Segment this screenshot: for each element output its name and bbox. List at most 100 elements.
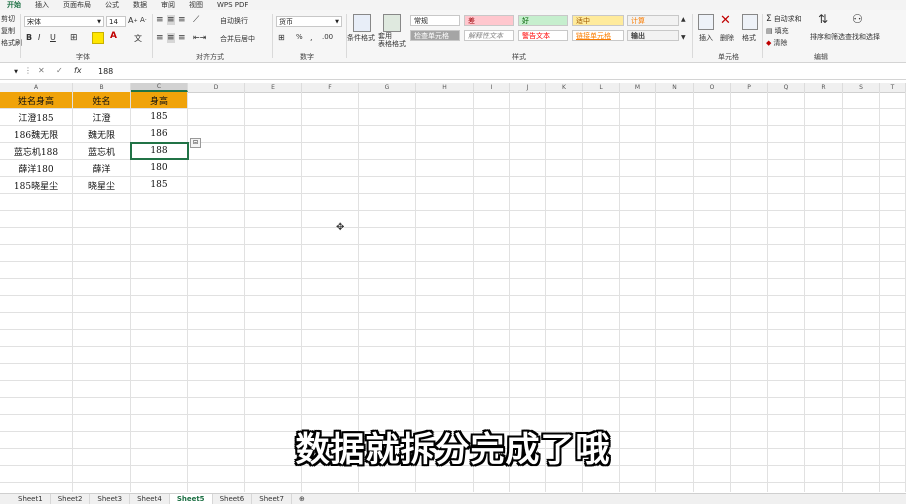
style-bad[interactable]: 差 bbox=[464, 15, 514, 26]
copy-button[interactable]: 复制 bbox=[1, 26, 15, 36]
table-cell[interactable]: 185晓星尘 bbox=[0, 177, 72, 193]
style-check-cell[interactable]: 检查单元格 bbox=[410, 30, 460, 41]
percent-button[interactable]: % bbox=[296, 33, 303, 41]
table-header-cell[interactable]: 身高 bbox=[131, 92, 187, 108]
style-warning[interactable]: 警告文本 bbox=[518, 30, 568, 41]
border-icon[interactable]: ⊞ bbox=[70, 33, 78, 43]
insert-function-icon[interactable]: fx bbox=[74, 66, 82, 75]
style-output[interactable]: 输出 bbox=[627, 30, 679, 41]
column-header-l[interactable]: L bbox=[583, 83, 620, 92]
formula-input[interactable]: 188 bbox=[98, 67, 113, 76]
column-header-k[interactable]: K bbox=[546, 83, 583, 92]
table-cell[interactable]: 185 bbox=[131, 109, 187, 125]
align-center-icon[interactable]: ≡ bbox=[167, 33, 175, 43]
insert-cells-button[interactable]: 插入 bbox=[699, 33, 713, 43]
tab-view[interactable]: 视图 bbox=[182, 0, 210, 10]
table-cell[interactable]: 薛洋180 bbox=[0, 160, 72, 176]
decimal-icon[interactable]: .00 bbox=[322, 33, 333, 41]
fill-color-icon[interactable] bbox=[92, 32, 104, 44]
align-top-icon[interactable]: ≡ bbox=[156, 15, 164, 25]
column-header-b[interactable]: B bbox=[73, 83, 131, 92]
number-format-select[interactable]: 货币 ▼ bbox=[276, 16, 342, 27]
column-header-d[interactable]: D bbox=[188, 83, 245, 92]
gallery-expand-icon[interactable]: ▼ bbox=[681, 34, 686, 41]
delete-cells-icon[interactable]: ✕ bbox=[720, 13, 731, 28]
column-header-p[interactable]: P bbox=[731, 83, 768, 92]
style-explanatory[interactable]: 解释性文本 bbox=[464, 30, 514, 41]
align-right-icon[interactable]: ≡ bbox=[178, 33, 186, 43]
clear-button[interactable]: ◆ 清除 bbox=[766, 38, 787, 48]
decrease-font-icon[interactable]: A- bbox=[140, 16, 147, 24]
quick-fill-options-icon[interactable]: ⊟ bbox=[190, 138, 201, 148]
sort-filter-icon[interactable]: ⇅ bbox=[818, 12, 828, 26]
conditional-format-icon[interactable] bbox=[353, 14, 371, 32]
tab-insert[interactable]: 插入 bbox=[28, 0, 56, 10]
style-neutral[interactable]: 适中 bbox=[572, 15, 624, 26]
delete-cells-button[interactable]: 删除 bbox=[720, 33, 734, 43]
column-header-h[interactable]: H bbox=[416, 83, 474, 92]
table-cell[interactable]: 江澄185 bbox=[0, 109, 72, 125]
table-cell[interactable]: 180 bbox=[131, 160, 187, 176]
underline-button[interactable]: U bbox=[50, 33, 56, 42]
cancel-icon[interactable]: ✕ bbox=[38, 66, 45, 75]
tab-wps-pdf[interactable]: WPS PDF bbox=[210, 1, 255, 9]
accounting-icon[interactable]: ⊞ bbox=[278, 33, 285, 42]
style-calculation[interactable]: 计算 bbox=[627, 15, 679, 26]
insert-cells-icon[interactable] bbox=[698, 14, 714, 30]
column-header-a[interactable]: A bbox=[0, 83, 73, 92]
column-header-i[interactable]: I bbox=[474, 83, 510, 92]
align-left-icon[interactable]: ≡ bbox=[156, 33, 164, 43]
align-middle-icon[interactable]: ≡ bbox=[167, 15, 175, 25]
column-header-t[interactable]: T bbox=[880, 83, 906, 92]
comma-icon[interactable]: , bbox=[310, 33, 313, 42]
table-cell[interactable]: 晓星尘 bbox=[73, 177, 130, 193]
column-header-m[interactable]: M bbox=[620, 83, 656, 92]
italic-button[interactable]: I bbox=[38, 33, 40, 42]
table-cell[interactable]: 蓝忘机 bbox=[73, 143, 130, 159]
column-header-e[interactable]: E bbox=[245, 83, 302, 92]
tab-page-layout[interactable]: 页面布局 bbox=[56, 0, 98, 10]
table-cell[interactable]: 江澄 bbox=[73, 109, 130, 125]
table-cell[interactable]: 薛洋 bbox=[73, 160, 130, 176]
table-cell[interactable]: 魏无限 bbox=[73, 126, 130, 142]
fill-button[interactable]: ▤ 填充 bbox=[766, 26, 789, 36]
column-header-g[interactable]: G bbox=[359, 83, 416, 92]
column-header-s[interactable]: S bbox=[843, 83, 880, 92]
column-header-f[interactable]: F bbox=[302, 83, 359, 92]
table-header-cell[interactable]: 姓名 bbox=[73, 92, 130, 108]
phonetic-icon[interactable]: 文 bbox=[134, 33, 142, 44]
column-header-j[interactable]: J bbox=[510, 83, 546, 92]
style-good[interactable]: 好 bbox=[518, 15, 568, 26]
column-header-r[interactable]: R bbox=[805, 83, 843, 92]
name-box[interactable]: ▼ bbox=[2, 66, 18, 77]
tab-review[interactable]: 审阅 bbox=[154, 0, 182, 10]
binoculars-icon[interactable]: ⚇ bbox=[852, 12, 863, 26]
sort-filter-button[interactable]: 排序和筛选 bbox=[810, 32, 845, 42]
table-cell[interactable]: 186 bbox=[131, 126, 187, 142]
font-size-select[interactable]: 14 bbox=[106, 16, 126, 27]
wrap-text-button[interactable]: 自动换行 bbox=[220, 16, 248, 26]
gallery-scroll-icon[interactable]: ▲ bbox=[681, 16, 686, 23]
find-select-button[interactable]: 查找和选择 bbox=[845, 32, 880, 42]
tab-data[interactable]: 数据 bbox=[126, 0, 154, 10]
table-cell[interactable]: 蓝忘机188 bbox=[0, 143, 72, 159]
format-painter-button[interactable]: 格式刷 bbox=[1, 38, 22, 48]
table-header-cell[interactable]: 姓名身高 bbox=[0, 92, 72, 108]
column-header-o[interactable]: O bbox=[694, 83, 731, 92]
cut-button[interactable]: 剪切 bbox=[1, 14, 15, 24]
column-header-n[interactable]: N bbox=[656, 83, 694, 92]
autosum-button[interactable]: Σ 自动求和 bbox=[766, 14, 802, 24]
tab-home[interactable]: 开始 bbox=[0, 0, 28, 11]
style-linked-cell[interactable]: 链接单元格 bbox=[572, 30, 624, 41]
bold-button[interactable]: B bbox=[26, 33, 32, 42]
confirm-icon[interactable]: ✓ bbox=[56, 66, 63, 75]
align-bottom-icon[interactable]: ≡ bbox=[178, 15, 186, 25]
table-format-icon[interactable] bbox=[383, 14, 401, 32]
conditional-format-button[interactable]: 条件格式 bbox=[347, 33, 375, 43]
font-name-select[interactable]: 宋体 ▼ bbox=[24, 16, 104, 27]
format-cells-icon[interactable] bbox=[742, 14, 758, 30]
table-cell[interactable]: 185 bbox=[131, 177, 187, 193]
merge-center-button[interactable]: 合并后居中 bbox=[220, 34, 255, 44]
orientation-icon[interactable]: ⟋ bbox=[193, 15, 199, 25]
font-color-icon[interactable]: A bbox=[110, 31, 117, 41]
